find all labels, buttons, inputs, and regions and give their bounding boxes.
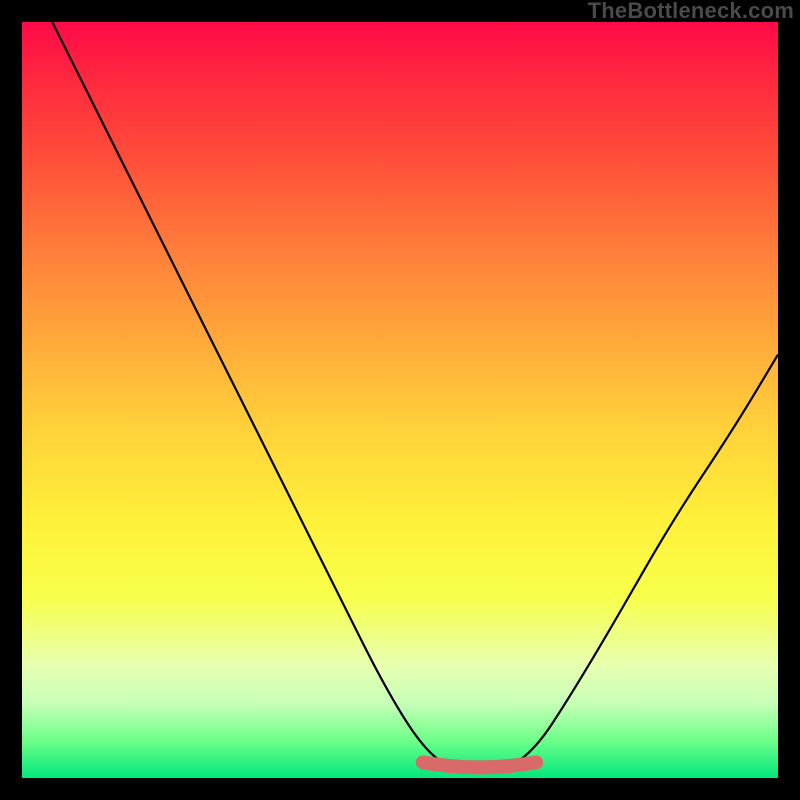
curve-layer (22, 22, 778, 778)
watermark-text: TheBottleneck.com (588, 0, 794, 22)
valley-highlight (423, 762, 536, 767)
chart-frame: TheBottleneck.com (0, 0, 800, 800)
plot-area (22, 22, 778, 778)
bottleneck-curve (52, 22, 778, 770)
